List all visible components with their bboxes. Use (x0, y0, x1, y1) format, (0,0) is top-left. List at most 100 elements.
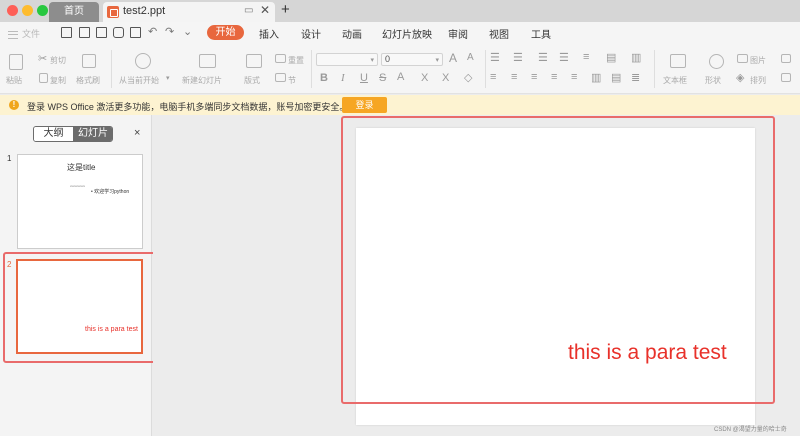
paragraph-settings-icon[interactable]: ≣ (631, 71, 640, 84)
arrange-icon: ◈ (736, 72, 745, 84)
export-icon[interactable] (96, 27, 107, 38)
columns-icon[interactable]: ▥ (591, 71, 601, 84)
numbered-list-icon[interactable]: ☰ (513, 51, 523, 64)
align-text-icon[interactable]: ▥ (631, 51, 641, 64)
align-left-icon[interactable]: ≡ (490, 71, 496, 83)
section-button[interactable]: 节 (288, 75, 296, 86)
thumbnail-text: this is a para test (85, 326, 138, 333)
file-menu[interactable]: 文件 (8, 27, 40, 40)
font-size-value: 0 (385, 54, 391, 64)
increase-font-icon[interactable]: A (449, 51, 457, 65)
underline-icon[interactable]: U (360, 72, 368, 84)
login-button[interactable]: 登录 (342, 97, 387, 113)
text-direction-icon[interactable]: ▤ (606, 51, 616, 64)
chevron-down-icon: ▾ (435, 57, 439, 64)
slide-text-box[interactable]: this is a para test (568, 341, 727, 365)
picture-button[interactable]: 图片 (750, 55, 766, 66)
redo-icon[interactable]: ↷ (165, 25, 174, 38)
watermark: CSDN @渴望力量的哈士奇 (714, 427, 787, 433)
menu-tab-review[interactable]: 审阅 (448, 26, 468, 41)
slide-number: 1 (7, 154, 12, 163)
warning-icon: ! (9, 100, 19, 110)
window-icon[interactable]: ▭ (244, 5, 253, 16)
menu-tab-view[interactable]: 视图 (489, 26, 509, 41)
paste-icon[interactable] (9, 54, 23, 70)
new-tab-button[interactable]: + (281, 1, 290, 18)
shapes-icon[interactable] (709, 54, 724, 69)
line-spacing-icon[interactable]: ≡ (583, 51, 589, 63)
reset-button[interactable]: 重置 (288, 55, 304, 66)
spacing-icon[interactable]: ▤ (611, 71, 621, 84)
ribbon-toolbar: 粘贴 ✂ 剪切 复制 格式刷 从当前开始 ▾ 新建幻灯片 版式 重置 节 ▾ 0… (0, 44, 800, 127)
folder-icon[interactable] (61, 27, 72, 38)
layout-icon[interactable] (246, 54, 262, 68)
superscript-icon[interactable]: X (421, 72, 428, 84)
ribbon-divider (311, 50, 312, 88)
new-slide-icon[interactable] (199, 54, 216, 68)
slide-pane: 大纲 幻灯片 × 1 这是title xxxxxxxxxx 欢迎学习python… (0, 115, 159, 436)
new-slide-button[interactable]: 新建幻灯片 (182, 75, 222, 86)
bold-icon[interactable]: B (320, 72, 328, 84)
format-painter-icon[interactable] (82, 54, 96, 68)
picture-icon (737, 54, 748, 63)
italic-icon[interactable]: I (341, 72, 345, 84)
font-family-select[interactable]: ▾ (316, 53, 378, 66)
maximize-window-button[interactable] (37, 5, 48, 16)
title-bar: 首页 test2.ppt ▭ ✕ + (0, 0, 800, 22)
notice-text: 登录 WPS Office 激活更多功能，电脑手机多端同步文档数据，账号加密更安… (27, 102, 349, 112)
decrease-indent-icon[interactable]: ☰ (538, 51, 548, 64)
save-icon[interactable] (79, 27, 90, 38)
chevron-down-icon[interactable]: ⌄ (183, 25, 192, 38)
minimize-window-button[interactable] (22, 5, 33, 16)
menu-tab-insert[interactable]: 插入 (259, 26, 279, 41)
print-preview-icon[interactable] (130, 27, 141, 38)
align-center-icon[interactable]: ≡ (511, 71, 517, 83)
bullet-list-icon[interactable]: ☰ (490, 51, 500, 64)
decrease-font-icon[interactable]: A (467, 52, 474, 63)
thumbnail-title: 这是title (67, 163, 96, 172)
align-right-icon[interactable]: ≡ (531, 71, 537, 83)
ribbon-divider (654, 50, 655, 88)
play-icon[interactable] (135, 53, 151, 69)
tab-home[interactable]: 首页 (49, 2, 99, 22)
shapes-button[interactable]: 形状 (705, 75, 721, 86)
menu-tab-slideshow[interactable]: 幻灯片放映 (382, 26, 432, 41)
textbox-button[interactable]: 文本框 (663, 75, 687, 86)
tab-slides[interactable]: 幻灯片 (73, 127, 112, 141)
format-painter-button[interactable]: 格式刷 (76, 75, 100, 86)
clear-format-icon[interactable]: ◇ (464, 71, 472, 84)
cut-button[interactable]: 剪切 (50, 55, 66, 66)
more-tools-icon[interactable] (781, 54, 791, 63)
menu-tab-home[interactable]: 开始 (207, 25, 244, 40)
menu-tab-tools[interactable]: 工具 (531, 26, 551, 41)
play-from-current-button[interactable]: 从当前开始 (119, 75, 159, 86)
login-notice-bar: ! 登录 WPS Office 激活更多功能，电脑手机多端同步文档数据，账号加密… (0, 95, 800, 115)
menu-tab-animation[interactable]: 动画 (342, 26, 362, 41)
strikethrough-icon[interactable]: S (379, 72, 386, 84)
menu-tab-design[interactable]: 设计 (301, 26, 321, 41)
justify-icon[interactable]: ≡ (551, 71, 557, 83)
hamburger-icon (8, 30, 18, 39)
distributed-icon[interactable]: ≡ (571, 71, 577, 83)
close-pane-icon[interactable]: × (134, 127, 140, 139)
undo-icon[interactable]: ↶ (148, 25, 157, 38)
copy-button[interactable]: 复制 (50, 75, 66, 86)
close-window-button[interactable] (7, 5, 18, 16)
slide-thumbnail-2[interactable]: this is a para test (16, 259, 143, 354)
arrange-button[interactable]: 排列 (750, 75, 766, 86)
paste-button[interactable]: 粘贴 (6, 75, 22, 86)
font-size-select[interactable]: 0 ▾ (381, 53, 443, 66)
textbox-icon[interactable] (670, 54, 686, 68)
file-menu-label: 文件 (22, 29, 41, 39)
font-color-icon[interactable]: A (397, 71, 404, 83)
layout-button[interactable]: 版式 (244, 75, 260, 86)
print-icon[interactable] (113, 27, 124, 38)
tab-document[interactable]: test2.ppt ▭ ✕ (103, 2, 275, 22)
increase-indent-icon[interactable]: ☰ (559, 51, 569, 64)
view-switch: 大纲 幻灯片 (33, 126, 113, 142)
close-tab-icon[interactable]: ✕ (260, 3, 270, 17)
slide-thumbnail-1[interactable]: 这是title xxxxxxxxxx 欢迎学习python (17, 154, 143, 249)
subscript-icon[interactable]: X (442, 72, 449, 84)
tab-outline[interactable]: 大纲 (34, 127, 73, 141)
more-tools-icon[interactable] (781, 73, 791, 82)
